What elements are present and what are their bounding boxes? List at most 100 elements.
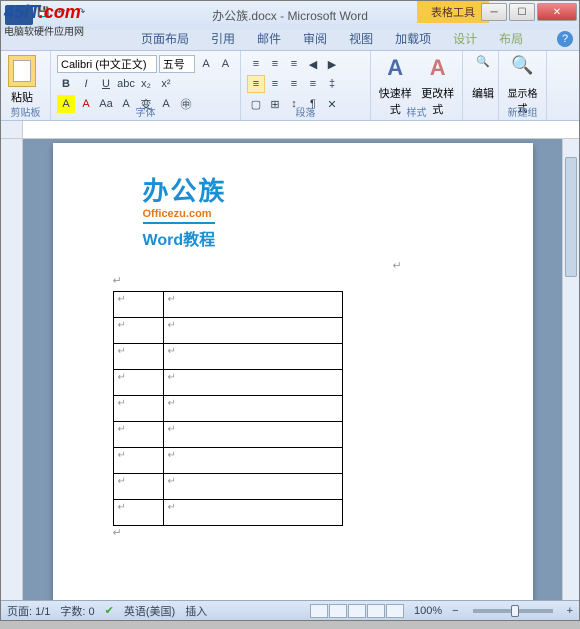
table-row[interactable]: ↵↵: [113, 500, 342, 526]
bullets-button[interactable]: ≡: [247, 55, 265, 73]
table-row[interactable]: ↵↵: [113, 422, 342, 448]
table-row[interactable]: ↵↵: [113, 318, 342, 344]
table-cell[interactable]: ↵: [163, 370, 342, 396]
outline-view[interactable]: [367, 604, 385, 618]
ribbon: 粘贴 剪贴板 Calibri (中文正文) 五号 A A B I U abc x…: [1, 51, 579, 121]
draft-view[interactable]: [386, 604, 404, 618]
table-cell[interactable]: ↵: [163, 448, 342, 474]
proofing-icon[interactable]: ✔: [105, 604, 114, 617]
numbering-button[interactable]: ≡: [266, 55, 284, 73]
language-indicator[interactable]: 英语(美国): [124, 603, 175, 619]
table-row[interactable]: ↵↵: [113, 396, 342, 422]
table-cell[interactable]: ↵: [113, 422, 163, 448]
horizontal-ruler[interactable]: [1, 121, 579, 139]
table-cell[interactable]: ↵: [163, 422, 342, 448]
document-table[interactable]: ↵↵↵↵↵↵↵↵↵↵↵↵↵↵↵↵↵↵: [113, 291, 343, 526]
strikethrough-button[interactable]: abc: [117, 75, 135, 93]
table-cell[interactable]: ↵: [113, 500, 163, 526]
table-cell[interactable]: ↵: [113, 292, 163, 318]
paragraph-mark: ↵: [393, 260, 402, 272]
align-left-button[interactable]: ≡: [247, 75, 265, 93]
multilevel-button[interactable]: ≡: [285, 55, 303, 73]
tab-review[interactable]: 审阅: [293, 27, 337, 50]
paragraph-mark: ↵: [113, 274, 473, 287]
word-window: 💾 ↶ ↷ 办公族.docx - Microsoft Word 表格工具 ─ ☐…: [0, 0, 580, 621]
table-cell[interactable]: ↵: [163, 500, 342, 526]
zoom-level[interactable]: 100%: [414, 605, 442, 617]
page: 办公族 Officezu.com Word教程 ↵ ↵ ↵↵↵↵↵↵↵↵↵↵↵↵…: [53, 143, 533, 600]
zoom-slider[interactable]: [473, 609, 553, 613]
web-layout-view[interactable]: [348, 604, 366, 618]
close-button[interactable]: ✕: [537, 3, 577, 21]
titlebar: 💾 ↶ ↷ 办公族.docx - Microsoft Word 表格工具 ─ ☐…: [1, 1, 579, 29]
table-cell[interactable]: ↵: [113, 474, 163, 500]
view-buttons: [310, 604, 404, 618]
document-logo: 办公族 Officezu.com Word教程: [143, 171, 473, 250]
increase-indent-button[interactable]: ▶: [323, 55, 341, 73]
table-cell[interactable]: ↵: [163, 396, 342, 422]
bold-button[interactable]: B: [57, 75, 75, 93]
window-title: 办公族.docx - Microsoft Word: [212, 7, 368, 24]
editing-button[interactable]: 🔍 编辑: [467, 53, 499, 103]
font-size-combo[interactable]: 五号: [159, 55, 196, 73]
workspace: 办公族 Officezu.com Word教程 ↵ ↵ ↵↵↵↵↵↵↵↵↵↵↵↵…: [1, 139, 579, 600]
scrollbar-thumb[interactable]: [565, 157, 577, 277]
help-icon[interactable]: ?: [557, 31, 573, 47]
maximize-button[interactable]: ☐: [509, 3, 535, 21]
table-cell[interactable]: ↵: [113, 448, 163, 474]
superscript-button[interactable]: x²: [157, 75, 175, 93]
align-right-button[interactable]: ≡: [285, 75, 303, 93]
italic-button[interactable]: I: [77, 75, 95, 93]
table-cell[interactable]: ↵: [113, 396, 163, 422]
decrease-indent-button[interactable]: ◀: [304, 55, 322, 73]
align-center-button[interactable]: ≡: [266, 75, 284, 93]
watermark-logo: 45iT.com: [4, 2, 81, 22]
table-cell[interactable]: ↵: [163, 344, 342, 370]
paragraph-group-label: 段落: [241, 104, 370, 119]
zoom-out-button[interactable]: −: [452, 605, 458, 617]
site-watermark: 45iT.com 电脑软硬件应用网: [4, 2, 84, 38]
document-area[interactable]: 办公族 Officezu.com Word教程 ↵ ↵ ↵↵↵↵↵↵↵↵↵↵↵↵…: [23, 139, 562, 600]
subscript-button[interactable]: x₂: [137, 75, 155, 93]
ribbon-tabs: 页面布局 引用 邮件 审阅 视图 加载项 设计 布局 ?: [1, 29, 579, 51]
fullscreen-view[interactable]: [329, 604, 347, 618]
tab-references[interactable]: 引用: [201, 27, 245, 50]
table-row[interactable]: ↵↵: [113, 344, 342, 370]
grow-font-icon[interactable]: A: [197, 55, 214, 73]
table-cell[interactable]: ↵: [163, 292, 342, 318]
insert-mode[interactable]: 插入: [185, 603, 207, 619]
zoom-thumb[interactable]: [511, 605, 519, 617]
minimize-button[interactable]: ─: [481, 3, 507, 21]
table-row[interactable]: ↵↵: [113, 474, 342, 500]
print-layout-view[interactable]: [310, 604, 328, 618]
tab-page-layout[interactable]: 页面布局: [131, 27, 199, 50]
zoom-in-button[interactable]: +: [567, 605, 573, 617]
table-cell[interactable]: ↵: [113, 318, 163, 344]
tab-mailings[interactable]: 邮件: [247, 27, 291, 50]
styles-group-label: 样式: [371, 104, 462, 119]
table-cell[interactable]: ↵: [113, 344, 163, 370]
table-row[interactable]: ↵↵: [113, 448, 342, 474]
table-cell[interactable]: ↵: [113, 370, 163, 396]
tab-view[interactable]: 视图: [339, 27, 383, 50]
paste-button[interactable]: 粘贴: [5, 53, 39, 105]
tab-design[interactable]: 设计: [443, 27, 487, 50]
underline-button[interactable]: U: [97, 75, 115, 93]
clipboard-group-label: 剪贴板: [1, 104, 50, 119]
paragraph-mark: ↵: [113, 526, 473, 539]
line-spacing-button[interactable]: ‡: [323, 75, 341, 93]
tab-addins[interactable]: 加载项: [385, 27, 441, 50]
table-cell[interactable]: ↵: [163, 474, 342, 500]
font-name-combo[interactable]: Calibri (中文正文): [57, 55, 157, 73]
shrink-font-icon[interactable]: A: [217, 55, 234, 73]
page-indicator[interactable]: 页面: 1/1: [7, 603, 50, 619]
table-row[interactable]: ↵↵: [113, 370, 342, 396]
status-bar: 页面: 1/1 字数: 0 ✔ 英语(美国) 插入 100% − +: [1, 600, 579, 620]
justify-button[interactable]: ≡: [304, 75, 322, 93]
word-count[interactable]: 字数: 0: [60, 603, 94, 619]
vertical-ruler[interactable]: [1, 139, 23, 600]
table-cell[interactable]: ↵: [163, 318, 342, 344]
tab-layout[interactable]: 布局: [489, 27, 533, 50]
vertical-scrollbar[interactable]: [562, 139, 579, 600]
table-row[interactable]: ↵↵: [113, 292, 342, 318]
